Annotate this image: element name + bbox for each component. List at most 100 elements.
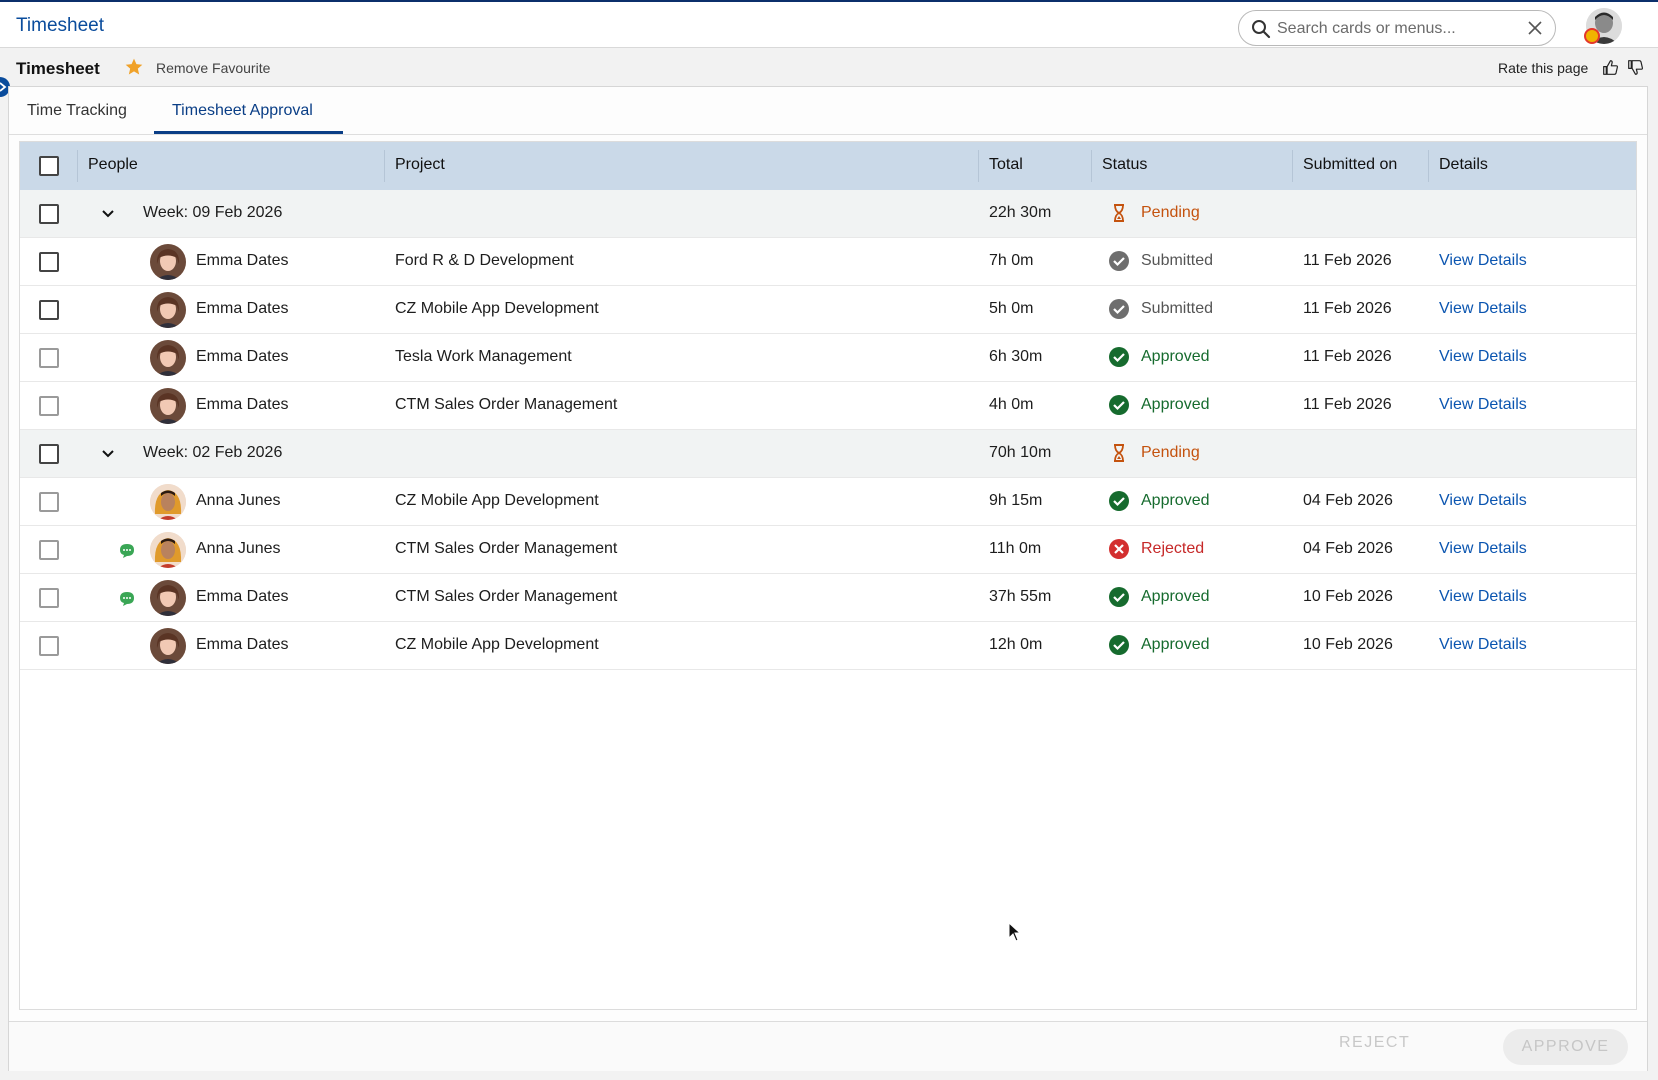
avatar	[150, 388, 186, 424]
submitted-date: 11 Feb 2026	[1303, 300, 1392, 317]
group-status: Pending	[1141, 444, 1200, 461]
avatar	[150, 244, 186, 280]
award-badge-icon	[1584, 28, 1600, 44]
project-name: CZ Mobile App Development	[395, 492, 599, 509]
close-icon[interactable]	[1527, 20, 1543, 36]
approve-button[interactable]: APPROVE	[1503, 1029, 1628, 1065]
column-separator	[1091, 150, 1092, 182]
approval-table: People Project Total Status Submitted on…	[19, 141, 1637, 1010]
row-checkbox[interactable]	[39, 396, 59, 416]
row-checkbox[interactable]	[39, 636, 59, 656]
group-checkbox[interactable]	[39, 204, 59, 224]
submitted-date: 10 Feb 2026	[1303, 636, 1393, 653]
table-row: Emma Dates CTM Sales Order Management 4h…	[20, 382, 1636, 430]
check-circle-icon	[1108, 250, 1130, 277]
person-name: Emma Dates	[196, 636, 289, 653]
view-details-link[interactable]: View Details	[1439, 300, 1527, 318]
status-badge: Approved	[1141, 636, 1210, 653]
mouse-cursor-icon	[1008, 922, 1022, 942]
chevron-down-icon[interactable]	[100, 206, 116, 227]
submitted-date: 04 Feb 2026	[1303, 540, 1393, 557]
tab-bar: Time Tracking Timesheet Approval	[9, 87, 1647, 135]
row-total: 12h 0m	[989, 636, 1043, 653]
hourglass-icon	[1108, 442, 1130, 469]
column-header-status[interactable]: Status	[1102, 156, 1147, 174]
row-checkbox[interactable]	[39, 492, 59, 512]
star-icon[interactable]	[124, 57, 144, 77]
view-details-link[interactable]: View Details	[1439, 252, 1527, 270]
project-name: CZ Mobile App Development	[395, 636, 599, 653]
status-badge: Approved	[1141, 588, 1210, 605]
table-row: Anna Junes CTM Sales Order Management 11…	[20, 526, 1636, 574]
page-title: Timesheet	[16, 59, 100, 78]
check-circle-icon	[1108, 634, 1130, 661]
person-name: Emma Dates	[196, 300, 289, 317]
status-badge: Approved	[1141, 396, 1210, 413]
person-name: Emma Dates	[196, 588, 289, 605]
project-name: Tesla Work Management	[395, 348, 572, 365]
column-header-details[interactable]: Details	[1439, 156, 1488, 174]
person-name: Emma Dates	[196, 348, 289, 365]
check-circle-icon	[1108, 346, 1130, 373]
project-name: Ford R & D Development	[395, 252, 574, 269]
row-total: 11h 0m	[989, 540, 1042, 557]
row-total: 37h 55m	[989, 588, 1052, 605]
row-checkbox[interactable]	[39, 588, 59, 608]
view-details-link[interactable]: View Details	[1439, 396, 1527, 414]
column-separator	[1428, 150, 1429, 182]
search-box[interactable]	[1238, 10, 1556, 46]
column-separator	[384, 150, 385, 182]
submitted-date: 11 Feb 2026	[1303, 396, 1392, 413]
project-name: CTM Sales Order Management	[395, 540, 618, 557]
group-total: 70h 10m	[989, 444, 1052, 461]
search-input[interactable]	[1277, 17, 1517, 41]
thumbs-down-icon[interactable]	[1627, 59, 1644, 76]
submitted-date: 11 Feb 2026	[1303, 252, 1392, 269]
remove-favourite-link[interactable]: Remove Favourite	[156, 60, 270, 76]
view-details-link[interactable]: View Details	[1439, 540, 1527, 558]
row-checkbox[interactable]	[39, 348, 59, 368]
group-checkbox[interactable]	[39, 444, 59, 464]
project-name: CZ Mobile App Development	[395, 300, 599, 317]
view-details-link[interactable]: View Details	[1439, 348, 1527, 366]
column-separator	[1292, 150, 1293, 182]
group-week-label: Week: 02 Feb 2026	[143, 444, 283, 461]
row-checkbox[interactable]	[39, 540, 59, 560]
tab-time-tracking[interactable]: Time Tracking	[27, 102, 127, 120]
app-title[interactable]: Timesheet	[16, 15, 104, 37]
project-name: CTM Sales Order Management	[395, 588, 618, 605]
avatar	[150, 292, 186, 328]
comment-icon[interactable]	[118, 590, 136, 613]
view-details-link[interactable]: View Details	[1439, 636, 1527, 654]
thumbs-up-icon[interactable]	[1602, 59, 1619, 76]
view-details-link[interactable]: View Details	[1439, 492, 1527, 510]
column-header-project[interactable]: Project	[395, 156, 445, 174]
row-total: 7h 0m	[989, 252, 1034, 269]
check-circle-icon	[1108, 490, 1130, 517]
select-all-checkbox[interactable]	[39, 156, 59, 176]
submitted-date: 11 Feb 2026	[1303, 348, 1392, 365]
action-footer: REJECT APPROVE	[9, 1021, 1647, 1071]
column-header-total[interactable]: Total	[989, 156, 1023, 174]
active-tab-indicator	[154, 131, 343, 134]
person-name: Anna Junes	[196, 492, 281, 509]
table-header-row: People Project Total Status Submitted on…	[20, 142, 1636, 190]
comment-icon[interactable]	[118, 542, 136, 565]
status-badge: Approved	[1141, 492, 1210, 509]
row-checkbox[interactable]	[39, 252, 59, 272]
person-name: Emma Dates	[196, 396, 289, 413]
sub-header: Timesheet Remove Favourite Rate this pag…	[0, 49, 1658, 85]
search-icon	[1252, 20, 1271, 39]
top-bar: Timesheet	[0, 0, 1658, 48]
reject-button[interactable]: REJECT	[1339, 1034, 1410, 1052]
view-details-link[interactable]: View Details	[1439, 588, 1527, 606]
main-card: Time Tracking Timesheet Approval People …	[8, 86, 1648, 1071]
column-header-submitted-on[interactable]: Submitted on	[1303, 156, 1397, 174]
group-status: Pending	[1141, 204, 1200, 221]
table-row: Emma Dates CZ Mobile App Development 12h…	[20, 622, 1636, 670]
check-circle-icon	[1108, 298, 1130, 325]
row-checkbox[interactable]	[39, 300, 59, 320]
tab-timesheet-approval[interactable]: Timesheet Approval	[172, 102, 313, 120]
column-header-people[interactable]: People	[88, 156, 138, 174]
chevron-down-icon[interactable]	[100, 446, 116, 467]
